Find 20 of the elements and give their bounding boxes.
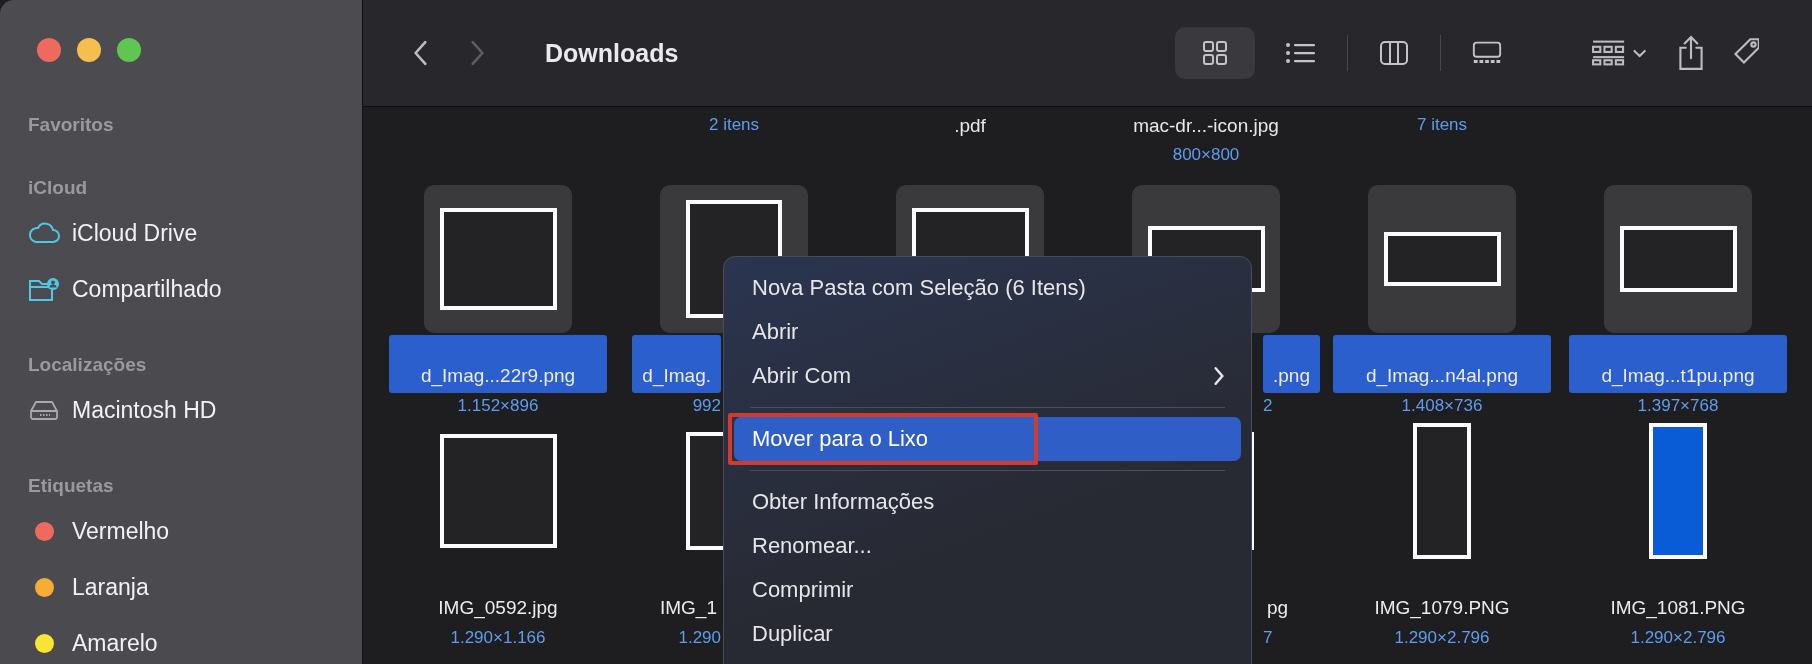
- window-title: Downloads: [545, 38, 680, 68]
- file-name: .pdf: [954, 115, 986, 137]
- file-info: 1.290×2.796: [1630, 628, 1726, 648]
- file-info: 1.397×768: [1637, 396, 1719, 416]
- sidebar-section-header: iCloud: [28, 176, 89, 200]
- file-info: 2 itens: [708, 115, 760, 135]
- file-info: 1.408×736: [1401, 396, 1483, 416]
- file-name: mac-dr...-icon.jpg: [1133, 115, 1279, 137]
- file-info: 1.290×1.166: [450, 628, 546, 648]
- sidebar-section-header: Etiquetas: [28, 474, 115, 498]
- file-info: 7 itens: [1416, 115, 1468, 135]
- file-info: 1.290: [678, 628, 721, 648]
- file-info: 7: [1263, 628, 1273, 648]
- sidebar-section-header: Favoritos: [28, 113, 115, 137]
- file-info: 2: [1263, 396, 1273, 416]
- file-info: 1.290×2.796: [1394, 628, 1490, 648]
- file-info: 800×800: [1172, 145, 1240, 165]
- file-info: 1.152×896: [457, 396, 539, 416]
- sidebar-section-header: Localizações: [28, 353, 148, 377]
- file-info: 992: [692, 396, 721, 416]
